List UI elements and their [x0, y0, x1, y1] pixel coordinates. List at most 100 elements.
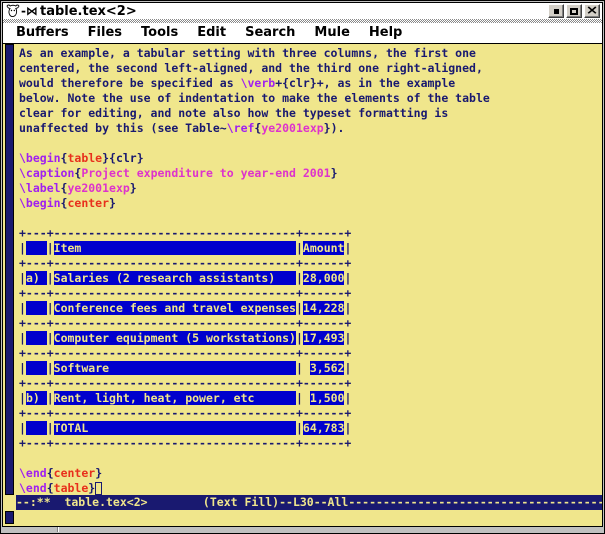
table-cell-highlight: 14,228: [303, 301, 345, 315]
plain-text: |: [344, 271, 351, 285]
plain-text: clear for editing, and note also how the…: [19, 106, 448, 120]
buffer-line: \caption{Project expenditure to year-end…: [19, 166, 602, 181]
plain-text: |: [47, 361, 54, 375]
buffer-line: +---+-----------------------------------…: [19, 436, 602, 451]
latex-keyword: \caption: [19, 166, 74, 180]
buffer-line: | |Item |Amount|: [19, 241, 602, 256]
maximize-button[interactable]: [566, 4, 582, 18]
plain-text: |: [296, 331, 303, 345]
plain-text: |: [296, 361, 310, 375]
plain-text: |: [19, 271, 26, 285]
maximize-icon: [570, 8, 578, 15]
table-cell-highlight: [26, 421, 47, 435]
plain-text: |: [47, 391, 54, 405]
menu-edit[interactable]: Edit: [197, 25, 226, 40]
table-cell-highlight: 3,562: [310, 361, 345, 375]
close-icon: ×: [586, 4, 599, 16]
menu-tools[interactable]: Tools: [141, 25, 178, 40]
buffer-line: \begin{table}{clr}: [19, 151, 602, 166]
table-cell-highlight: Salaries (2 research assistants): [54, 271, 296, 285]
plain-text: +---+-----------------------------------…: [19, 256, 351, 270]
window-title: table.tex<2>: [40, 4, 548, 19]
plain-text: |: [296, 241, 303, 255]
table-cell-highlight: [26, 331, 47, 345]
plain-text: }: [88, 481, 95, 495]
table-cell-highlight: [26, 361, 47, 375]
close-button[interactable]: ×: [584, 4, 600, 18]
plain-text: |: [47, 301, 54, 315]
plain-text: |: [344, 421, 351, 435]
plain-text: {: [47, 466, 54, 480]
minibuffer-scrollbar-thumb: [5, 511, 14, 524]
plain-text: +---+-----------------------------------…: [19, 286, 351, 300]
scrollbar-thumb[interactable]: [5, 44, 14, 495]
minimize-button[interactable]: [548, 4, 564, 18]
buffer-text[interactable]: As an example, a tabular setting with th…: [16, 44, 602, 495]
plain-text: +---+-----------------------------------…: [19, 316, 351, 330]
menu-search[interactable]: Search: [245, 25, 295, 40]
window-controls: ×: [548, 4, 600, 18]
plain-text: }: [95, 466, 102, 480]
title-bar[interactable]: -⋈ table.tex<2> ×: [2, 2, 603, 19]
vertical-scrollbar[interactable]: [3, 44, 16, 495]
latex-keyword: \begin: [19, 196, 61, 210]
buffer-line: |a) |Salaries (2 research assistants) |2…: [19, 271, 602, 286]
plain-text: }: [109, 196, 116, 210]
plain-text: +---+-----------------------------------…: [19, 406, 351, 420]
buffer-line: +---+-----------------------------------…: [19, 256, 602, 271]
plain-text: }).: [324, 121, 345, 135]
editor-window: As an example, a tabular setting with th…: [2, 44, 603, 495]
table-cell-highlight: [26, 241, 47, 255]
menu-mule[interactable]: Mule: [314, 25, 349, 40]
latex-keyword: \ref: [227, 121, 255, 135]
latex-env-name: center: [54, 466, 96, 480]
plain-text: |: [19, 361, 26, 375]
menu-buffers[interactable]: Buffers: [16, 25, 69, 40]
table-cell-highlight: Conference fees and travel expenses: [54, 301, 296, 315]
plain-text: |: [19, 241, 26, 255]
buffer-line: [19, 211, 602, 226]
plain-text: |: [19, 421, 26, 435]
buffer-line: [19, 136, 602, 151]
plain-text: +---+-----------------------------------…: [19, 226, 351, 240]
plain-text: |: [19, 391, 26, 405]
buffer-line: | |TOTAL |64,783|: [19, 421, 602, 436]
mode-line-row: --:** table.tex<2> (Text Fill)--L30--All…: [2, 495, 603, 510]
menu-help[interactable]: Help: [369, 25, 402, 40]
buffer-line: |b) |Rent, light, heat, power, etc | 1,5…: [19, 391, 602, 406]
buffer-line: +---+-----------------------------------…: [19, 316, 602, 331]
buffer-line: centered, the second left-aligned, and t…: [19, 61, 602, 76]
buffer-line: +---+-----------------------------------…: [19, 406, 602, 421]
plain-text: |: [344, 331, 351, 345]
plain-text: |: [296, 301, 303, 315]
menu-files[interactable]: Files: [88, 25, 122, 40]
emacs-frame: -⋈ table.tex<2> × Buffers Files Tools Ed…: [0, 0, 605, 534]
table-cell-highlight: 17,493: [303, 331, 345, 345]
plain-text: +---+-----------------------------------…: [19, 346, 351, 360]
minibuffer[interactable]: Mark set: [2, 510, 603, 526]
latex-keyword: \end: [19, 481, 47, 495]
buffer-line: +---+-----------------------------------…: [19, 376, 602, 391]
buffer-line: \label{ye2001exp}: [19, 181, 602, 196]
plain-text: unaffected by this (see Table~: [19, 121, 227, 135]
plain-text: |: [344, 361, 351, 375]
latex-keyword: \end: [19, 466, 47, 480]
latex-env-name: center: [67, 196, 109, 210]
table-cell-highlight: Software: [54, 361, 296, 375]
plain-text: +---+-----------------------------------…: [19, 376, 351, 390]
plain-text: }: [130, 181, 137, 195]
plain-text: +{clr}+, as in the example: [275, 76, 455, 90]
plain-text: below. Note the use of indentation to ma…: [19, 91, 490, 105]
buffer-line: +---+-----------------------------------…: [19, 286, 602, 301]
buffer-line: \end{center}: [19, 466, 602, 481]
buffer-line: +---+-----------------------------------…: [19, 346, 602, 361]
buffer-line: clear for editing, and note also how the…: [19, 106, 602, 121]
plain-text: |: [296, 421, 303, 435]
mode-line-left-gap: [3, 495, 16, 510]
table-cell-highlight: Computer equipment (5 workstations): [54, 331, 296, 345]
menu-bar: Buffers Files Tools Edit Search Mule Hel…: [2, 23, 603, 44]
plain-text: |: [344, 301, 351, 315]
table-cell-highlight: Amount: [303, 241, 345, 255]
plain-text: |: [19, 331, 26, 345]
latex-string: ye2001exp: [67, 181, 129, 195]
